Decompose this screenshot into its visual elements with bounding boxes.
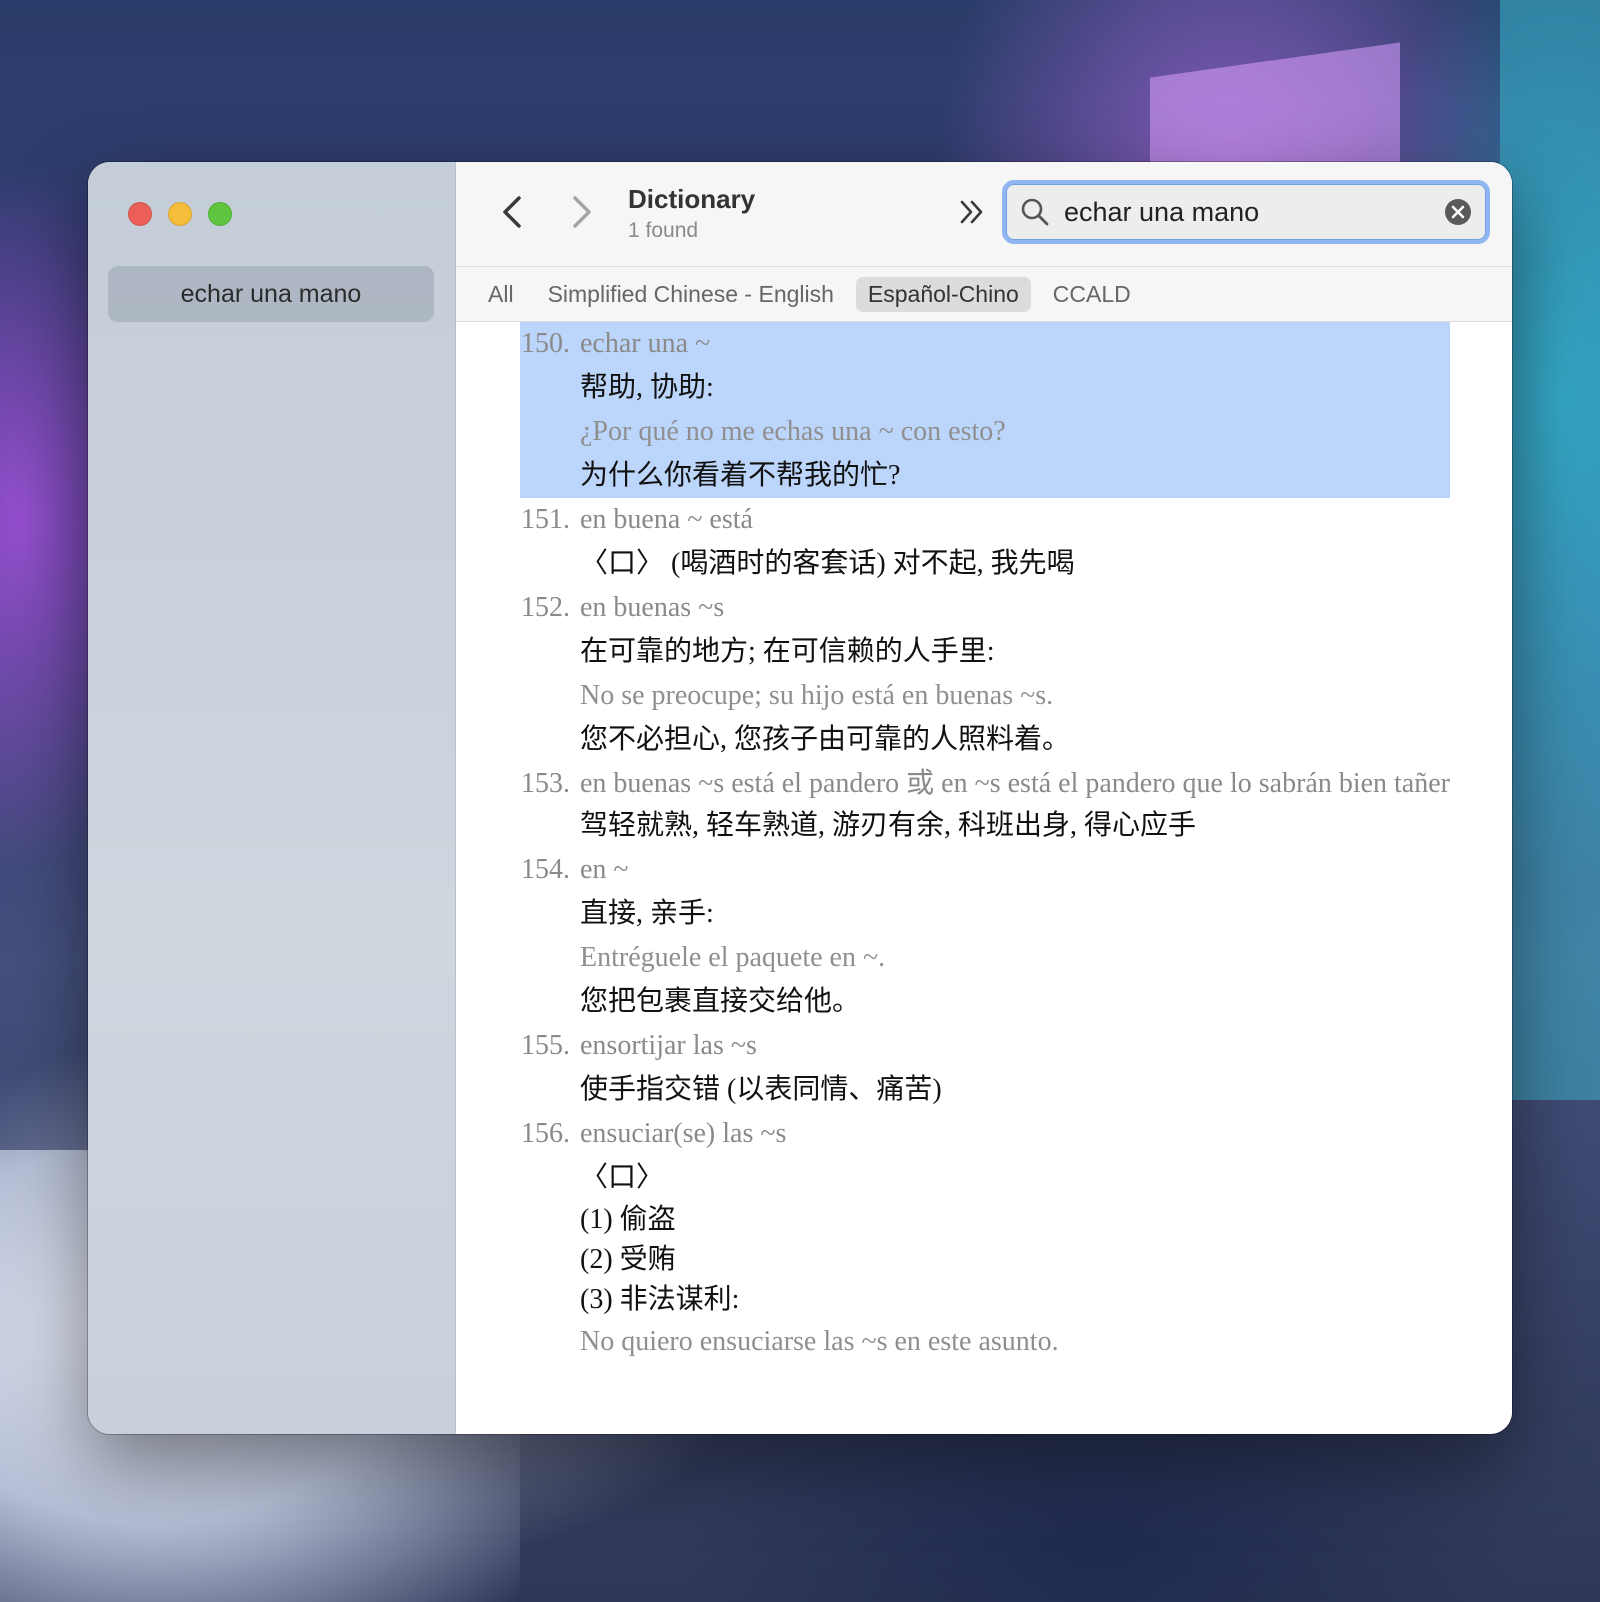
- entry-phrase: en ~: [580, 854, 629, 885]
- search-icon: [1021, 198, 1049, 226]
- entry-number: 156.: [521, 1118, 570, 1149]
- double-chevron-right-icon: [960, 200, 983, 224]
- chinese-translation: 您不必担心, 您孩子由可靠的人照料着。: [580, 724, 1071, 755]
- entry-headline: 155. ensortijar las ~s: [520, 1024, 1450, 1068]
- zoom-window-button[interactable]: [208, 202, 232, 226]
- main-pane: Dictionary 1 found echar una mano All Si…: [456, 162, 1512, 1434]
- entry-number: 150.: [521, 328, 570, 359]
- spanish-example: ¿Por qué no me echas una ~ con esto?: [580, 416, 1006, 447]
- back-button[interactable]: [492, 192, 532, 232]
- chinese-translation: 驾轻就熟, 轻车熟道, 游刃有余, 科班出身, 得心应手: [580, 810, 1197, 841]
- chinese-translation: 〈口〉 (喝酒时的客套话) 对不起, 我先喝: [580, 548, 1075, 579]
- dictionary-entry: 154. en ~ 直接, 亲手: Entréguele el paquete …: [520, 848, 1450, 1024]
- entry-number: 154.: [521, 854, 570, 885]
- search-field[interactable]: [1002, 180, 1490, 244]
- chevron-right-icon: [573, 196, 591, 228]
- spanish-example: Entréguele el paquete en ~.: [580, 942, 886, 973]
- entry-headline: 153. en buenas ~s está el pandero 或 en ~…: [520, 762, 1450, 804]
- chinese-translation: 帮助, 协助:: [580, 372, 714, 403]
- window-title: Dictionary: [628, 184, 756, 214]
- entry-headline: 150. echar una ~: [520, 322, 1450, 366]
- entry-headline: 151. en buena ~ está: [520, 498, 1450, 542]
- chinese-translation: 您把包裹直接交给他。: [580, 986, 861, 1017]
- search-input[interactable]: [1064, 196, 1444, 228]
- wallpaper-cyan-panel: [1500, 0, 1600, 1100]
- tab-ccald[interactable]: CCALD: [1041, 277, 1143, 312]
- sidebar: echar una mano: [88, 162, 456, 1434]
- chinese-translation: 为什么你看着不帮我的忙?: [580, 460, 901, 491]
- window-controls: [128, 202, 232, 226]
- sense-item: (2) 受贿: [580, 1244, 676, 1275]
- dictionary-entry: 152. en buenas ~s 在可靠的地方; 在可信赖的人手里: No s…: [520, 586, 1450, 762]
- tab-simplified-chinese-english[interactable]: Simplified Chinese - English: [536, 277, 846, 312]
- results-count: 1 found: [628, 219, 699, 242]
- dictionary-entry: 156. ensuciar(se) las ~s 〈口〉 (1) 偷盗 (2) …: [520, 1112, 1450, 1364]
- spanish-example: No quiero ensuciarse las ~s en este asun…: [580, 1326, 1059, 1357]
- definition-content[interactable]: 150. echar una ~ 帮助, 协助: ¿Por qué no me …: [456, 322, 1512, 1434]
- forward-button[interactable]: [562, 192, 602, 232]
- dictionary-entry: 151. en buena ~ está 〈口〉 (喝酒时的客套话) 对不起, …: [520, 498, 1450, 586]
- dictionary-window: echar una mano Dictionary 1 found echar …: [88, 162, 1512, 1434]
- sidebar-item-result[interactable]: echar una mano: [108, 266, 434, 322]
- title-block: Dictionary 1 found: [628, 184, 755, 243]
- chevron-left-icon: [503, 196, 521, 228]
- clear-icon[interactable]: [1444, 198, 1472, 226]
- entry-phrase: en buenas ~s: [580, 592, 725, 623]
- toolbar: Dictionary 1 found: [456, 162, 1512, 266]
- dictionary-entry: 150. echar una ~ 帮助, 协助: ¿Por qué no me …: [520, 322, 1450, 498]
- entry-headline: 156. ensuciar(se) las ~s: [520, 1112, 1450, 1156]
- entry-phrase: echar una ~: [580, 328, 711, 359]
- sense-item: (1) 偷盗: [580, 1204, 676, 1235]
- chinese-translation: 直接, 亲手:: [580, 898, 714, 929]
- entry-headline: 152. en buenas ~s: [520, 586, 1450, 630]
- dictionary-entry: 153. en buenas ~s está el pandero 或 en ~…: [520, 762, 1450, 848]
- entry-phrase: ensuciar(se) las ~s: [580, 1118, 787, 1149]
- entry-number: 151.: [521, 504, 570, 535]
- more-toolbar-items-button[interactable]: [954, 194, 990, 230]
- spanish-example: No se preocupe; su hijo está en buenas ~…: [580, 680, 1054, 711]
- tab-espanol-chino[interactable]: Español-Chino: [855, 276, 1031, 312]
- close-window-button[interactable]: [128, 202, 152, 226]
- chinese-translation: 在可靠的地方; 在可信赖的人手里:: [580, 636, 995, 667]
- dictionary-entry: 155. ensortijar las ~s 使手指交错 (以表同情、痛苦): [520, 1024, 1450, 1112]
- tab-all[interactable]: All: [476, 277, 526, 312]
- entry-phrase: en buenas ~s está el pandero 或 en ~s est…: [580, 768, 1450, 799]
- sense-item: (3) 非法谋利:: [580, 1284, 740, 1315]
- entry-number: 153.: [521, 768, 570, 799]
- dictionary-tabs: All Simplified Chinese - English Español…: [456, 266, 1512, 322]
- minimize-window-button[interactable]: [168, 202, 192, 226]
- entry-phrase: ensortijar las ~s: [580, 1030, 757, 1061]
- entry-number: 152.: [521, 592, 570, 623]
- entry-phrase: en buena ~ está: [580, 504, 753, 535]
- chinese-translation: 〈口〉: [580, 1162, 665, 1193]
- sidebar-item-label: echar una mano: [180, 279, 362, 308]
- chinese-translation: 使手指交错 (以表同情、痛苦): [580, 1074, 942, 1105]
- entry-number: 155.: [521, 1030, 570, 1061]
- entry-headline: 154. en ~: [520, 848, 1450, 892]
